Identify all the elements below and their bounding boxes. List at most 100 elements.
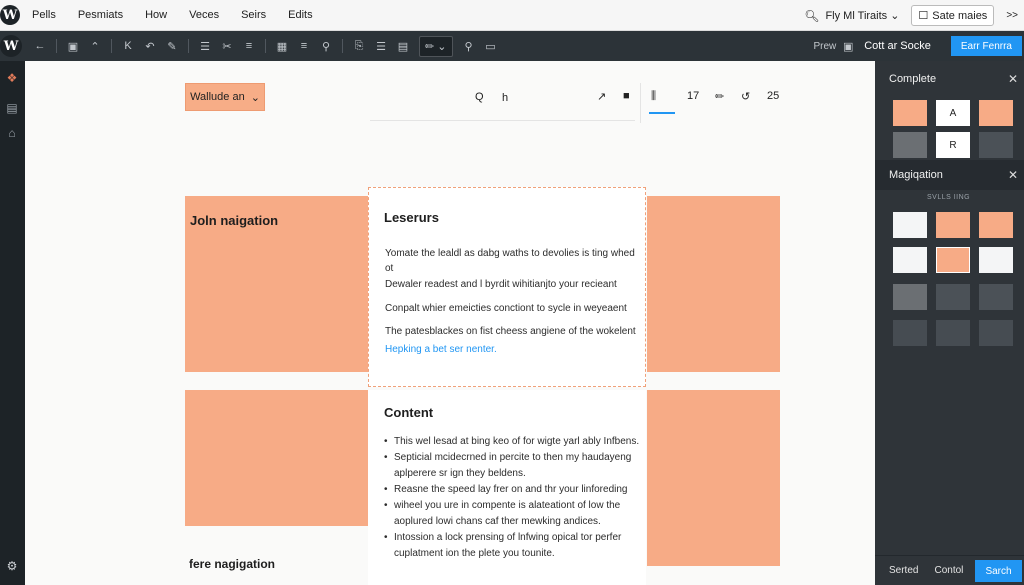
search-icon[interactable]: Q <box>475 91 484 103</box>
list-item: aplperere sr ign they beldens. <box>394 468 526 479</box>
edit-pencil-icon[interactable]: ✏ <box>715 90 724 103</box>
zoom-icon[interactable]: ⚲ <box>463 40 475 53</box>
save-button[interactable]: ☐ Sate maies <box>911 5 995 26</box>
site-select-label: Fly Ml Tiraits <box>825 9 888 22</box>
color-swatch[interactable] <box>893 284 927 310</box>
admin-sidebar-rail: ❖ ▤ ⌂ ⚙ <box>0 61 25 585</box>
color-swatch[interactable] <box>893 320 927 346</box>
italic-icon[interactable]: K <box>122 40 134 52</box>
menu-item-veces[interactable]: Veces <box>189 9 219 21</box>
color-swatch[interactable] <box>893 247 927 273</box>
heading-button[interactable]: h <box>502 92 508 104</box>
list-icon[interactable]: ☰ <box>199 40 211 53</box>
preview-label[interactable]: Prew <box>813 41 836 52</box>
site-select[interactable]: Fly Ml Tiraits ⌄ <box>825 9 899 23</box>
color-swatch[interactable] <box>979 132 1013 158</box>
close-icon[interactable]: ✕ <box>1008 72 1018 86</box>
color-swatch[interactable] <box>893 212 927 238</box>
undo-icon[interactable]: ↶ <box>144 40 156 53</box>
folder-icon[interactable]: ■ <box>623 90 630 102</box>
text-format-icon[interactable]: ≡ <box>298 40 310 52</box>
list-item: • Reasne the speed lay frer on and thr yo… <box>384 484 628 495</box>
chevron-up-icon[interactable]: ⌃ <box>89 40 101 53</box>
save-icon: ☐ <box>918 10 929 22</box>
color-swatch-selected[interactable] <box>936 247 970 273</box>
color-swatch[interactable] <box>893 132 927 158</box>
color-swatch[interactable]: A <box>936 100 970 126</box>
active-tab-indicator <box>649 112 675 114</box>
menu-item-how[interactable]: How <box>145 9 167 21</box>
list-item: • This wel lesad at bing keo of for wigte… <box>384 436 640 447</box>
pages-icon[interactable]: ▤ <box>4 101 20 115</box>
panel-complete-header[interactable]: Complete ✕ <box>875 64 1024 94</box>
color-swatch[interactable] <box>979 320 1013 346</box>
panel-complete-title: Complete <box>889 73 937 85</box>
gallery-icon[interactable]: ▤ <box>397 40 409 53</box>
close-icon[interactable]: ✕ <box>1008 168 1018 182</box>
features-card-link[interactable]: Hepking a bet ser nenter. <box>385 344 497 355</box>
editor-toolbar: W ← ▣ ⌃ K ↶ ✎ ☰ ✂ ≡ ▦ ≡ ⚲ ⎘ ☰ ▤ ✏ ⌄ ⚲ ▭ … <box>0 31 1024 61</box>
style-dropdown[interactable]: Wallude an ⌄ <box>185 83 265 111</box>
features-card-line: Conpalt whier emeicties conctiont to syc… <box>385 303 627 314</box>
color-swatch[interactable] <box>936 212 970 238</box>
menu-item-pells[interactable]: Pells <box>32 9 56 21</box>
home-icon[interactable]: ⌂ <box>4 126 20 140</box>
menu-item-edits[interactable]: Edits <box>288 9 312 21</box>
color-swatch[interactable] <box>893 100 927 126</box>
settings-gear-icon[interactable]: ⚙ <box>4 559 20 573</box>
list-item: cuplatment ion the plete you tounite. <box>394 548 555 559</box>
chevron-down-icon: ⌄ <box>250 91 260 104</box>
color-swatch[interactable] <box>936 320 970 346</box>
sorted-tab[interactable]: Serted <box>889 565 918 576</box>
editor-canvas: Wallude an ⌄ Q h ↗ ■ ⫼ 17 ✏ ↺ 25 Joln na… <box>25 61 875 585</box>
undo-icon[interactable]: ↺ <box>741 90 750 103</box>
list-view-icon[interactable]: ☰ <box>375 40 387 53</box>
color-swatch[interactable]: R <box>936 132 970 158</box>
apps-icon[interactable]: ❖ <box>4 71 20 85</box>
search-icon[interactable]: ⚲ <box>320 40 332 53</box>
cut-icon[interactable]: ✂ <box>221 40 233 53</box>
align-icon[interactable]: ≡ <box>243 40 255 52</box>
search-icon[interactable]: 🔍︎ <box>804 9 819 23</box>
navigation-block-bottom-left[interactable] <box>185 390 369 526</box>
image-block-top-right[interactable] <box>647 196 780 372</box>
list-item: • Intossion a lock prensing of lnfwing op… <box>384 532 622 543</box>
features-card-line: The patesblackes on fist cheess angiene … <box>385 326 636 337</box>
block-inserter-icon[interactable]: ▣ <box>67 40 79 53</box>
color-swatch[interactable] <box>979 284 1013 310</box>
columns-icon[interactable]: ⫼ <box>651 90 656 103</box>
navigation-block-bottom-label: fere nagigation <box>189 557 276 571</box>
preview-icon[interactable]: ▣ <box>842 40 854 53</box>
wordpress-logo-icon[interactable]: W <box>0 5 20 25</box>
wordpress-menu-icon[interactable]: W <box>0 35 22 57</box>
pencil-tool-icon[interactable]: ✏ ⌄ <box>419 35 453 57</box>
panel-navigation-header[interactable]: Magiqation ✕ <box>875 160 1024 190</box>
image-icon[interactable]: ▦ <box>276 40 288 53</box>
color-swatch[interactable] <box>979 212 1013 238</box>
menu-item-seirs[interactable]: Seirs <box>241 9 266 21</box>
toolbar-divider <box>188 39 189 53</box>
image-block-bottom-right[interactable] <box>647 390 780 566</box>
more-menu-button[interactable]: >> <box>1006 10 1018 21</box>
toolbar-divider <box>342 39 343 53</box>
preview-screen-icon[interactable]: ▭ <box>485 40 497 53</box>
control-tab[interactable]: Contol <box>934 565 963 576</box>
color-swatch[interactable] <box>979 247 1013 273</box>
style-dropdown-label: Wallude an <box>190 91 245 103</box>
list-item: • wiheel you ure in compente is alateatio… <box>384 500 621 511</box>
publish-button[interactable]: Earr Fenrra <box>950 36 1022 56</box>
main-menu: Pells Pesmiats How Veces Seirs Edits <box>32 9 335 21</box>
list-item: • Septicial mcidecrned in percite to then… <box>384 452 632 463</box>
color-swatch[interactable] <box>979 100 1013 126</box>
back-arrow-icon[interactable]: ← <box>34 40 46 52</box>
toolbar-divider <box>265 39 266 53</box>
color-swatch[interactable] <box>936 284 970 310</box>
settings-sidebar: Complete ✕ A R Magiqation ✕ SVLLS IING S… <box>875 61 1024 585</box>
copy-icon[interactable]: ⎘ <box>353 40 365 53</box>
features-card-line: Yomate the lealdl as dabg waths to devol… <box>385 248 635 259</box>
navigation-block-label: Joln naigation <box>190 213 279 228</box>
brush-icon[interactable]: ✎ <box>166 40 178 53</box>
search-button[interactable]: Sarch <box>975 560 1022 582</box>
menu-item-pesmiats[interactable]: Pesmiats <box>78 9 123 21</box>
link-icon[interactable]: ↗ <box>597 90 606 103</box>
